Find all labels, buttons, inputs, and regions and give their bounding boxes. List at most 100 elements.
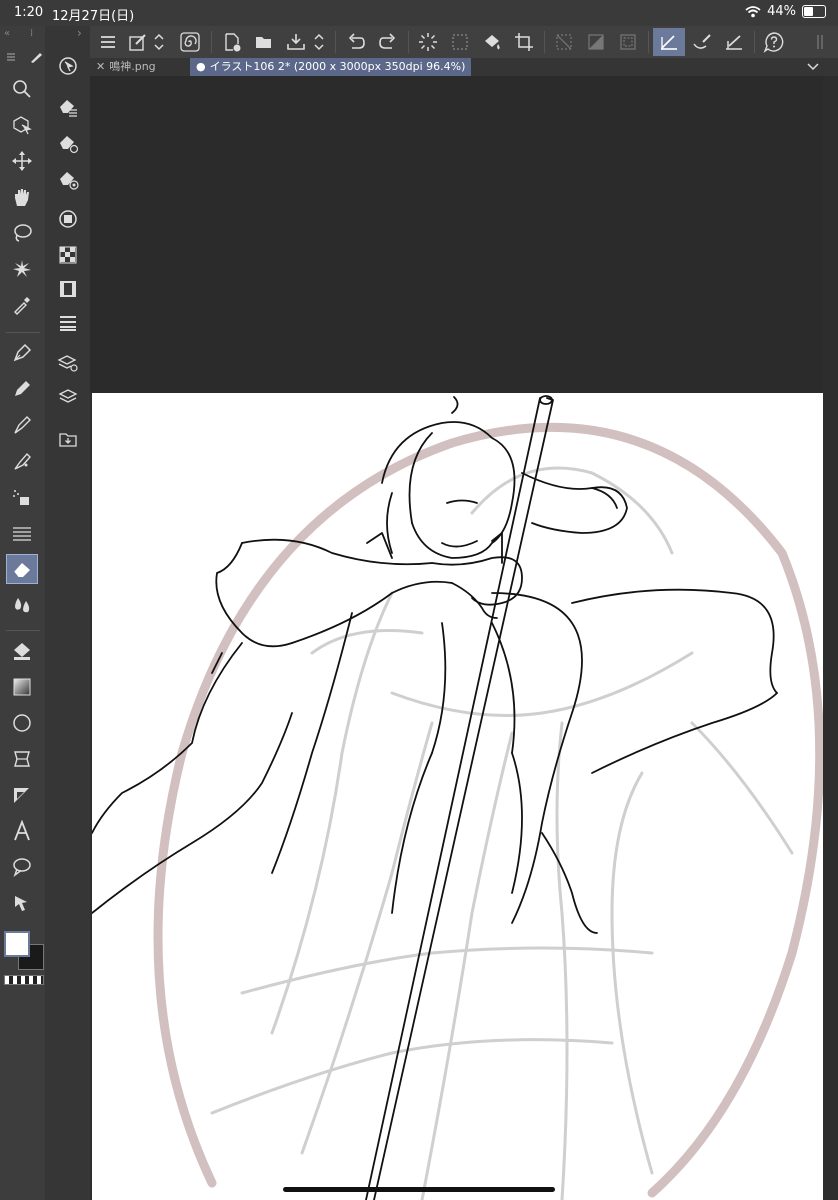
border-square-icon xyxy=(620,34,636,50)
transform-button[interactable] xyxy=(446,28,474,56)
checker-icon xyxy=(59,246,77,264)
frame-icon xyxy=(14,751,30,767)
sub-tool-film[interactable] xyxy=(52,274,84,304)
airbrush-icon xyxy=(14,452,31,470)
palette-menu-icon[interactable] xyxy=(5,51,19,63)
lasso-icon xyxy=(14,224,32,242)
chevron-updown-icon xyxy=(314,33,324,51)
collapse-right-icon[interactable]: › xyxy=(77,26,82,40)
new-document-icon xyxy=(225,33,241,52)
save-button[interactable] xyxy=(282,28,310,56)
layer-list-icon xyxy=(60,316,76,331)
tab-label: 鳴神.png xyxy=(109,60,156,73)
sub-tool-layer-mask[interactable] xyxy=(52,204,84,234)
vertical-dots-icon xyxy=(817,35,823,49)
blend-tool[interactable] xyxy=(6,590,38,620)
deselect-button[interactable] xyxy=(550,28,578,56)
invert-selection-button[interactable] xyxy=(582,28,610,56)
ruler-angle-icon xyxy=(726,35,742,50)
layers-icon xyxy=(58,389,78,403)
redo-button[interactable] xyxy=(374,28,402,56)
status-bar: 1:20 12月27日(日) 44% xyxy=(0,0,838,26)
toggle-up-down-button[interactable] xyxy=(150,28,168,56)
snap-special-ruler-button[interactable] xyxy=(688,28,716,56)
document-tabs: ✕ 鳴神.png ● イラスト106 2* (2000 x 3000px 350dp… xyxy=(90,58,838,76)
wifi-icon xyxy=(745,6,761,18)
figure-tool[interactable] xyxy=(6,708,38,738)
eraser-tool[interactable] xyxy=(6,554,38,584)
snap-grid-button[interactable] xyxy=(720,28,748,56)
tab-label: イラスト106 2* (2000 x 3000px 350dpi 96.4%) xyxy=(209,60,466,73)
eraser-icon xyxy=(13,563,30,578)
object-tool[interactable] xyxy=(6,110,38,140)
text-a-icon xyxy=(14,820,30,841)
sub-tool-soft-eraser[interactable] xyxy=(52,128,84,158)
mask-icon xyxy=(59,210,77,228)
sub-tool-hard-eraser[interactable] xyxy=(52,92,84,122)
home-indicator[interactable] xyxy=(283,1187,555,1192)
close-tab-icon[interactable]: ✕ xyxy=(96,60,105,73)
help-balloon-icon xyxy=(763,32,784,53)
droplets-icon xyxy=(15,598,30,613)
transparent-color-swatch[interactable] xyxy=(4,975,44,985)
redo-icon xyxy=(379,33,396,49)
lines-tool[interactable] xyxy=(6,518,38,548)
auto-select-tool[interactable] xyxy=(6,254,38,284)
film-icon xyxy=(60,281,76,297)
panel-menu-button[interactable] xyxy=(808,28,832,56)
tab-narukami[interactable]: ✕ 鳴神.png xyxy=(90,58,162,76)
balloon-tool[interactable] xyxy=(6,852,38,882)
frame-border-tool[interactable] xyxy=(6,744,38,774)
fill-tool[interactable] xyxy=(6,636,38,666)
crop-button[interactable] xyxy=(510,28,538,56)
text-tool[interactable] xyxy=(6,816,38,846)
decoration-tool[interactable] xyxy=(6,482,38,512)
drawing-canvas[interactable] xyxy=(92,393,823,1200)
snap-ruler-button[interactable] xyxy=(653,28,685,56)
main-color-swatch[interactable] xyxy=(4,931,30,957)
quick-access-button[interactable] xyxy=(124,28,152,56)
brush-tool[interactable] xyxy=(6,410,38,440)
palette-grip-icon[interactable]: ⁞ xyxy=(30,28,33,39)
sub-tool-layers[interactable] xyxy=(52,382,84,412)
battery-percent: 44% xyxy=(767,4,796,19)
undo-button[interactable] xyxy=(342,28,370,56)
tab-illust-106[interactable]: ● イラスト106 2* (2000 x 3000px 350dpi 96.4%) xyxy=(190,58,472,76)
hand-tool[interactable] xyxy=(6,182,38,212)
move-tool[interactable] xyxy=(6,146,38,176)
line-art-illustration xyxy=(92,395,823,1200)
canvas-background[interactable] xyxy=(90,76,823,393)
sub-tool-layer-list[interactable] xyxy=(52,308,84,338)
airbrush-tool[interactable] xyxy=(6,446,38,476)
sub-tool-tone[interactable] xyxy=(52,240,84,270)
open-file-button[interactable] xyxy=(250,28,278,56)
sub-tool-layer-settings[interactable] xyxy=(52,348,84,378)
correct-line-tool[interactable] xyxy=(6,888,38,918)
ruler-tool[interactable] xyxy=(6,780,38,810)
main-menu-button[interactable] xyxy=(94,28,122,56)
smart-smoothing-button[interactable] xyxy=(176,28,204,56)
new-file-button[interactable] xyxy=(218,28,246,56)
pencil-tool[interactable] xyxy=(6,374,38,404)
circle-shape-icon xyxy=(13,714,31,732)
zoom-tool[interactable] xyxy=(6,74,38,104)
sub-tool-import[interactable] xyxy=(52,424,84,454)
file-more-button[interactable] xyxy=(310,28,328,56)
eyedropper-tool[interactable] xyxy=(6,290,38,320)
chevron-down-icon[interactable] xyxy=(806,61,820,73)
pen-tool[interactable] xyxy=(6,338,38,368)
crop-icon xyxy=(515,33,533,51)
pen-mode-icon[interactable] xyxy=(28,50,44,64)
lasso-tool[interactable] xyxy=(6,218,38,248)
collapse-left-icon[interactable]: « xyxy=(4,28,10,39)
clear-button[interactable] xyxy=(414,28,442,56)
speech-balloon-icon xyxy=(13,858,31,878)
sub-tool-vector-eraser[interactable] xyxy=(52,164,84,194)
fill-command-button[interactable] xyxy=(478,28,506,56)
vertical-scrollbar[interactable] xyxy=(823,76,838,1200)
gradient-tool[interactable] xyxy=(6,672,38,702)
dotted-square-icon xyxy=(452,34,468,50)
help-button[interactable] xyxy=(760,28,788,56)
sub-tool-select[interactable] xyxy=(52,51,84,81)
selection-border-button[interactable] xyxy=(614,28,642,56)
